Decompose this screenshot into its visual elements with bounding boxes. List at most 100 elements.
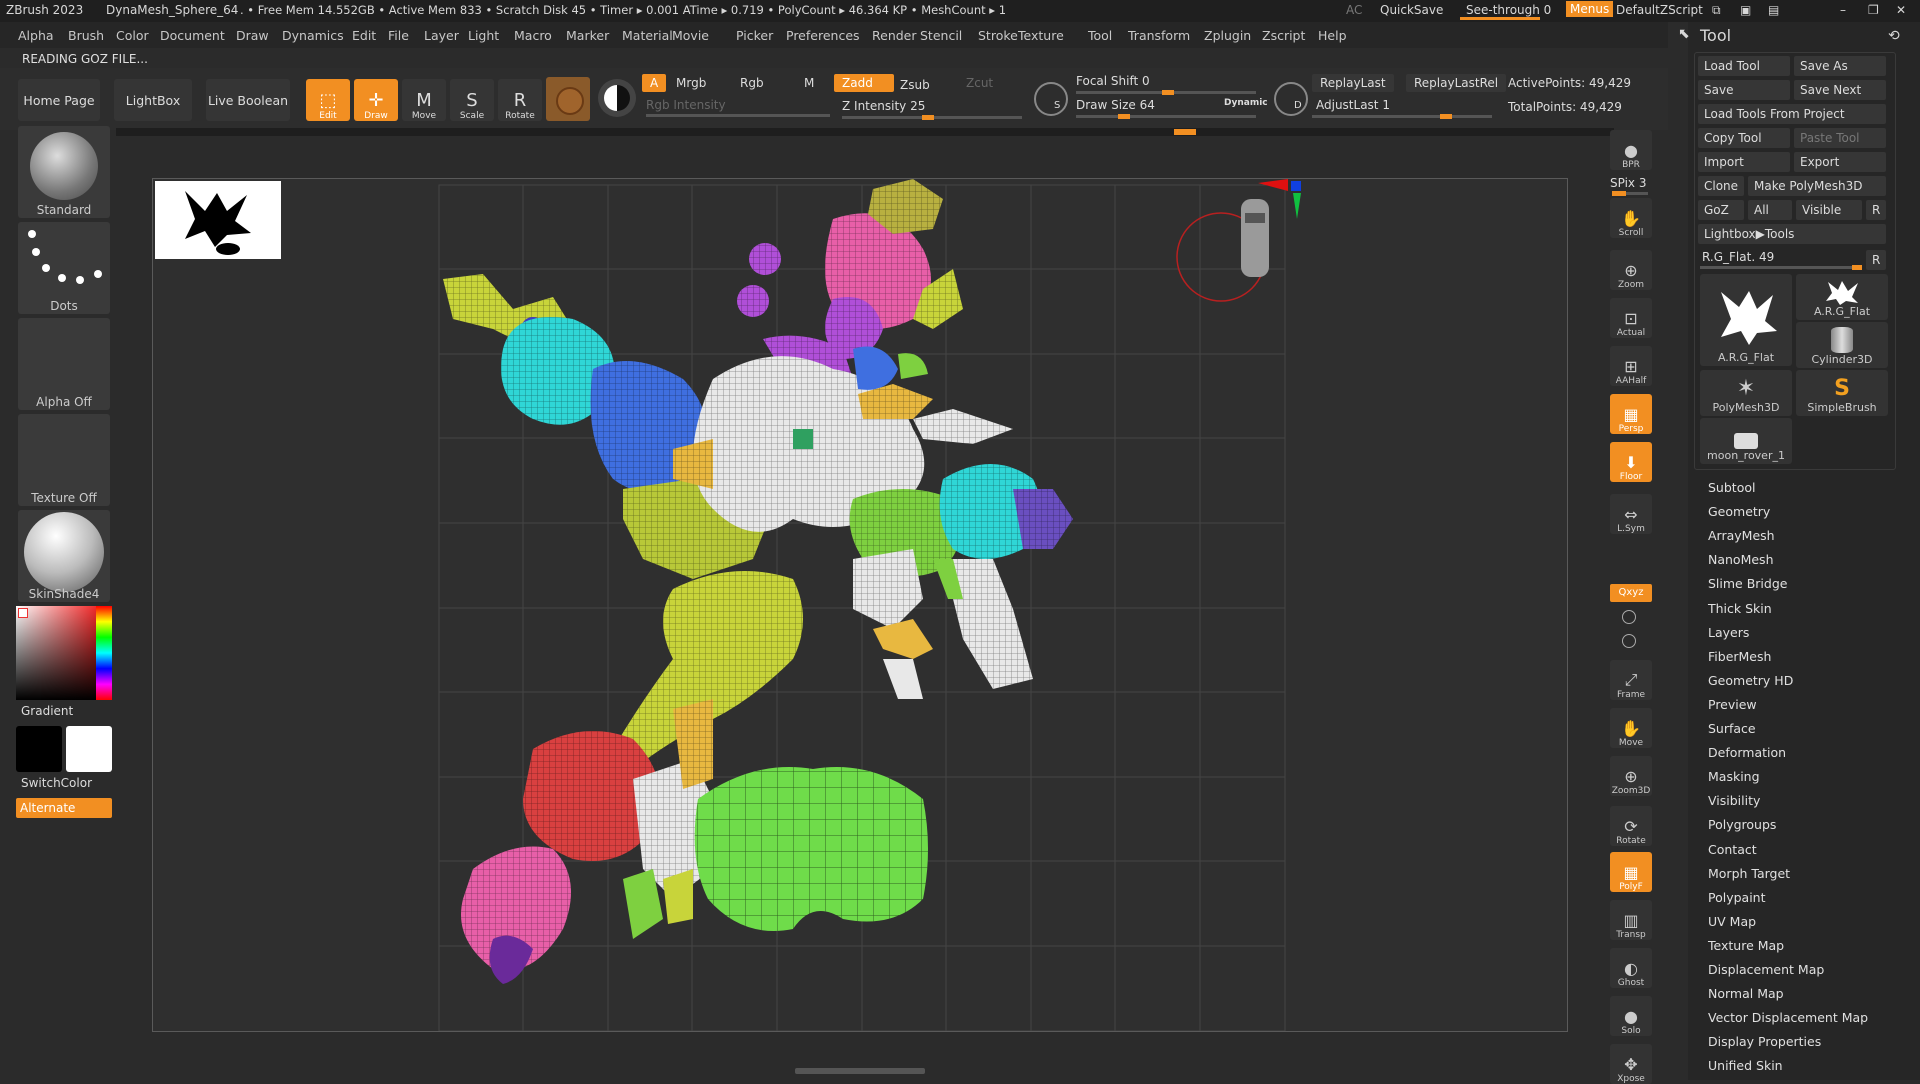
import-button[interactable]: Import xyxy=(1698,152,1790,172)
material-swatch-button[interactable] xyxy=(546,77,590,121)
live-boolean-button[interactable]: Live Boolean xyxy=(206,79,290,121)
subpalette-geometry[interactable]: Geometry xyxy=(1708,504,1770,519)
clone-button[interactable]: Clone xyxy=(1698,176,1744,196)
rail-rotate-button[interactable]: ⟳ Rotate xyxy=(1610,806,1652,846)
subpalette-layers[interactable]: Layers xyxy=(1708,625,1749,640)
menu-marker[interactable]: Marker xyxy=(566,28,609,43)
rgb-intensity-track[interactable] xyxy=(646,114,830,117)
current-tool-track[interactable] xyxy=(1700,266,1862,269)
xyz-symmetry-button[interactable]: Qxyz xyxy=(1610,584,1652,602)
adjust-last-thumb[interactable] xyxy=(1440,114,1452,119)
tool-thumb-moon-rover[interactable]: moon_rover_1 xyxy=(1700,418,1792,464)
load-tool-button[interactable]: Load Tool xyxy=(1698,56,1790,76)
subpalette-deformation[interactable]: Deformation xyxy=(1708,745,1786,760)
switchcolor-button[interactable]: SwitchColor xyxy=(21,776,92,790)
subpalette-visibility[interactable]: Visibility xyxy=(1708,793,1760,808)
move-button[interactable]: M Move xyxy=(402,79,446,121)
subpalette-polygroups[interactable]: Polygroups xyxy=(1708,817,1776,832)
zcut-toggle[interactable]: Zcut xyxy=(958,74,1001,92)
viewport-canvas[interactable] xyxy=(152,178,1568,1032)
menu-zscript[interactable]: Zscript xyxy=(1262,28,1305,43)
tool-thumb-simplebrush[interactable]: S SimpleBrush xyxy=(1796,370,1888,416)
draw-size-slider[interactable]: Draw Size 64 xyxy=(1076,98,1155,112)
hue-strip[interactable] xyxy=(96,606,112,700)
subpalette-geometry-hd[interactable]: Geometry HD xyxy=(1708,673,1793,688)
secondary-color-swatch[interactable] xyxy=(66,726,112,772)
subpalette-contact[interactable]: Contact xyxy=(1708,842,1757,857)
menu-edit[interactable]: Edit xyxy=(352,28,376,43)
subpalette-thick-skin[interactable]: Thick Skin xyxy=(1708,601,1772,616)
replay-last-rel-button[interactable]: ReplayLastRel xyxy=(1406,74,1507,92)
rail-persp-button[interactable]: ▦ Persp xyxy=(1610,394,1652,434)
menu-tool[interactable]: Tool xyxy=(1088,28,1112,43)
export-button[interactable]: Export xyxy=(1794,152,1886,172)
subpalette-texture-map[interactable]: Texture Map xyxy=(1708,938,1784,953)
quicksave-button[interactable]: QuickSave xyxy=(1380,3,1443,17)
main-color-swatch[interactable] xyxy=(16,726,62,772)
tool-thumb-polymesh3d[interactable]: ✶ PolyMesh3D xyxy=(1700,370,1792,416)
save-as-button[interactable]: Save As xyxy=(1794,56,1886,76)
save-button[interactable]: Save xyxy=(1698,80,1790,100)
rail-aahalf-button[interactable]: ⊞ AAHalf xyxy=(1610,346,1652,386)
subpalette-masking[interactable]: Masking xyxy=(1708,769,1760,784)
gradient-label[interactable]: Gradient xyxy=(21,704,73,718)
default-zscript-button[interactable]: DefaultZScript xyxy=(1616,3,1703,17)
uv-layout-view[interactable] xyxy=(153,179,1567,1031)
tool-r-button[interactable]: R xyxy=(1866,250,1886,270)
copy-tool-button[interactable]: Copy Tool xyxy=(1698,128,1790,148)
rotate-button[interactable]: R Rotate xyxy=(498,79,542,121)
rail-ghost-button[interactable]: ◐ Ghost xyxy=(1610,948,1652,988)
adjust-last-track[interactable] xyxy=(1312,115,1492,118)
tool-thumb-arg-flat-small[interactable]: A.R.G_Flat xyxy=(1796,274,1888,320)
menu-zplugin[interactable]: Zplugin xyxy=(1204,28,1251,43)
menus-toggle[interactable]: Menus xyxy=(1566,1,1614,17)
timeline-strip[interactable] xyxy=(116,128,1614,136)
menu-material[interactable]: Material xyxy=(622,28,673,43)
replay-last-button[interactable]: ReplayLast xyxy=(1312,74,1394,92)
window-layout-icon[interactable]: ⧉ xyxy=(1712,3,1721,18)
subpalette-vector-displacement-map[interactable]: Vector Displacement Map xyxy=(1708,1010,1868,1025)
timeline-marker[interactable] xyxy=(1174,129,1196,135)
draw-size-thumb[interactable] xyxy=(1118,114,1130,119)
spix-thumb[interactable] xyxy=(1612,191,1626,196)
lightbox-button[interactable]: LightBox xyxy=(114,79,192,121)
rail-polyf-button[interactable]: ▦ PolyF xyxy=(1610,852,1652,892)
bottom-tray-handle[interactable] xyxy=(795,1068,925,1074)
rail-frame-button[interactable]: ⤢ Frame xyxy=(1610,660,1652,700)
window-icon-2[interactable]: ▤ xyxy=(1768,3,1779,17)
minimize-icon[interactable]: – xyxy=(1840,3,1846,17)
menu-transform[interactable]: Transform xyxy=(1128,28,1190,43)
subpalette-fibermesh[interactable]: FiberMesh xyxy=(1708,649,1771,664)
rail-bpr-button[interactable]: ● BPR xyxy=(1610,130,1652,170)
rail-scroll-button[interactable]: ✋ Scroll xyxy=(1610,198,1652,238)
subpalette-uv-map[interactable]: UV Map xyxy=(1708,914,1756,929)
save-next-button[interactable]: Save Next xyxy=(1794,80,1886,100)
menu-render[interactable]: Render xyxy=(872,28,917,43)
stroke-s-icon[interactable] xyxy=(1034,82,1068,116)
home-page-button[interactable]: Home Page xyxy=(18,79,100,121)
window-icon[interactable]: ▣ xyxy=(1740,3,1751,17)
menu-macro[interactable]: Macro xyxy=(514,28,552,43)
stroke-d-icon[interactable] xyxy=(1274,82,1308,116)
subpalette-unified-skin[interactable]: Unified Skin xyxy=(1708,1058,1783,1073)
rail-transp-button[interactable]: ▥ Transp xyxy=(1610,900,1652,940)
subpalette-nanomesh[interactable]: NanoMesh xyxy=(1708,552,1774,567)
rail-zoom-button[interactable]: ⊕ Zoom xyxy=(1610,250,1652,290)
menu-light[interactable]: Light xyxy=(468,28,499,43)
lightbox-tools-button[interactable]: Lightbox▶Tools xyxy=(1698,224,1886,244)
local-rotate-2-icon[interactable] xyxy=(1622,634,1636,648)
menu-alpha[interactable]: Alpha xyxy=(18,28,54,43)
menu-document[interactable]: Document xyxy=(160,28,225,43)
subpalette-display-properties[interactable]: Display Properties xyxy=(1708,1034,1821,1049)
focal-shift-slider[interactable]: Focal Shift 0 xyxy=(1076,74,1150,88)
goz-all-button[interactable]: All xyxy=(1748,200,1792,220)
menu-movie[interactable]: Movie xyxy=(672,28,709,43)
menu-stroke[interactable]: Stroke xyxy=(978,28,1018,43)
menu-help[interactable]: Help xyxy=(1318,28,1347,43)
menu-dynamics[interactable]: Dynamics xyxy=(282,28,344,43)
orientation-gizmo[interactable] xyxy=(1176,179,1301,302)
rgb-toggle[interactable]: Rgb xyxy=(732,74,772,92)
rail-l-sym-button[interactable]: ⇔ L.Sym xyxy=(1610,494,1652,534)
subpalette-subtool[interactable]: Subtool xyxy=(1708,480,1755,495)
subpalette-preview[interactable]: Preview xyxy=(1708,697,1757,712)
